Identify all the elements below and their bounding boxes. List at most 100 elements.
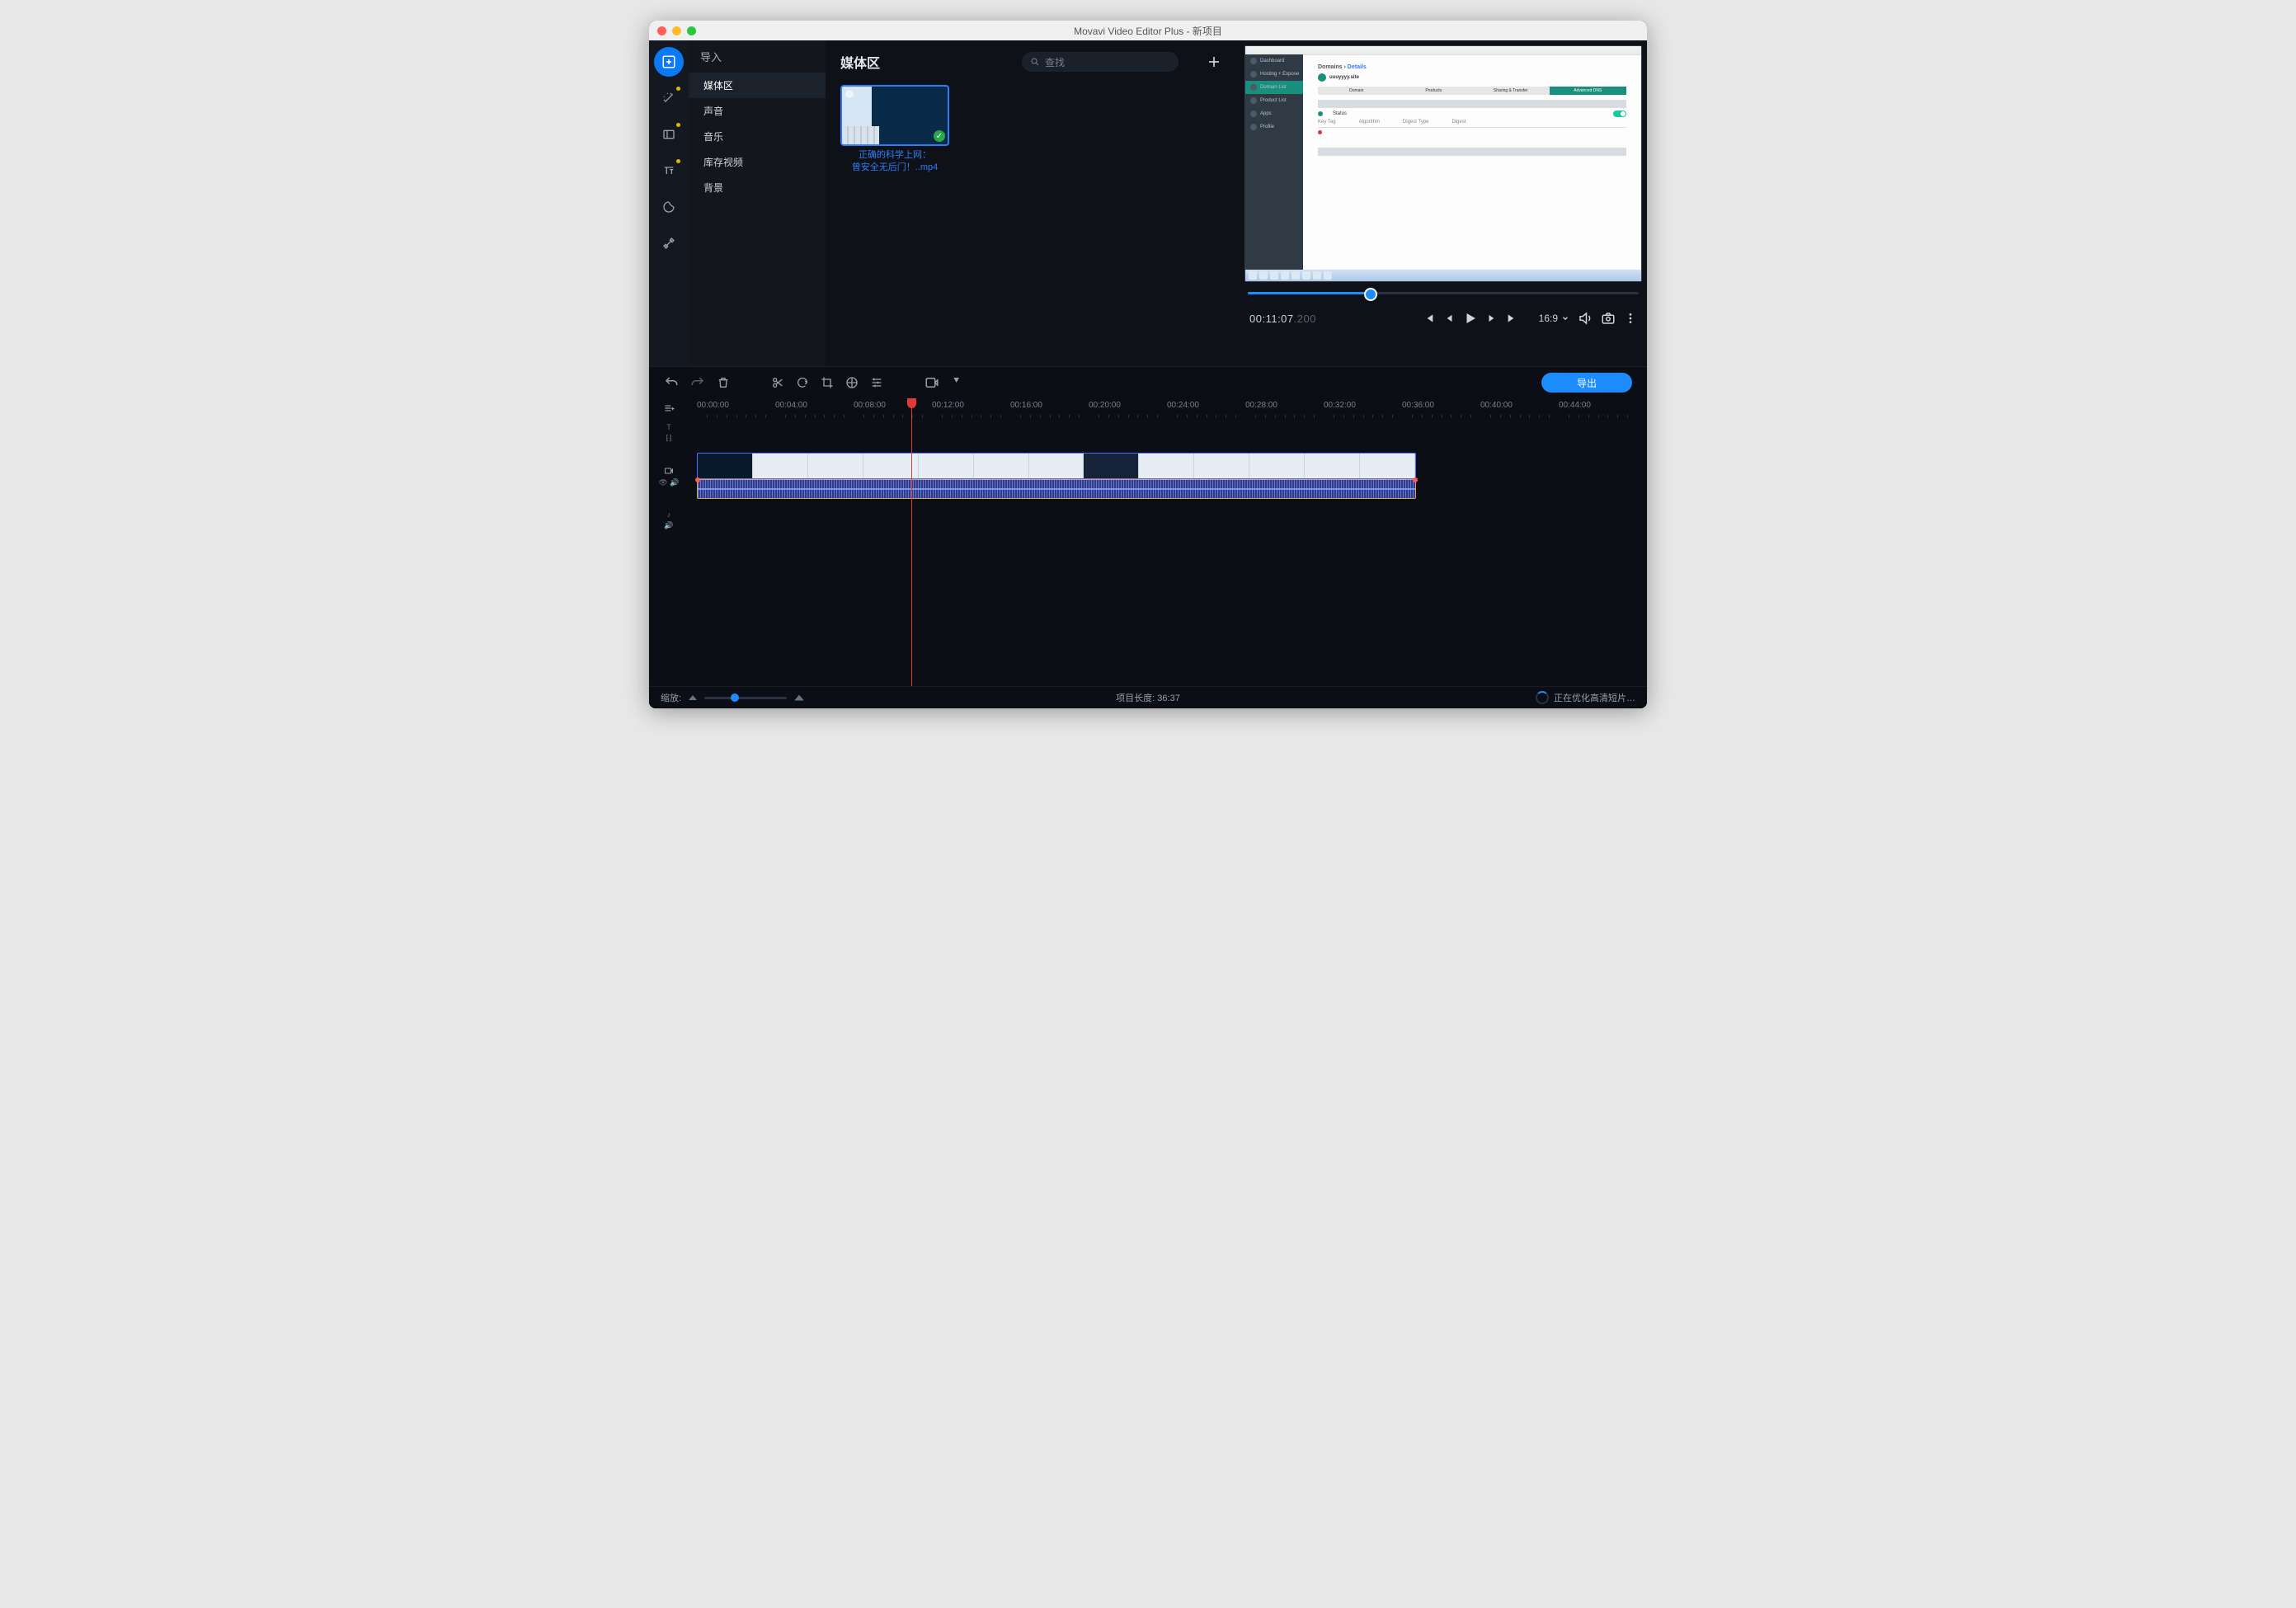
step-back-button[interactable] xyxy=(1443,313,1455,324)
titles-tool-button[interactable] xyxy=(654,156,684,186)
scrub-track[interactable] xyxy=(1248,292,1639,294)
maximize-window-button[interactable] xyxy=(687,26,696,35)
notification-dot xyxy=(676,87,680,91)
export-button[interactable]: 导出 xyxy=(1541,373,1632,393)
preview-scrubber[interactable] xyxy=(1240,282,1647,303)
step-forward-button[interactable] xyxy=(1486,313,1498,324)
media-clip[interactable]: ✓ 正确的科学上网： 曾安全无后门！..mp4 xyxy=(840,85,949,174)
ruler-tick: 00:04:00 xyxy=(775,401,807,410)
add-track-icon xyxy=(663,402,675,414)
music-track[interactable] xyxy=(689,505,1647,535)
snapshot-button[interactable] xyxy=(1601,311,1616,326)
sticker-icon xyxy=(662,200,675,214)
nav-item-backgrounds[interactable]: 背景 xyxy=(689,175,826,200)
ruler-tick: 00:00:00 xyxy=(697,401,729,410)
video-track-header[interactable]: 👁 🔊 xyxy=(658,448,679,505)
zoom-control: 缩放: xyxy=(661,691,805,704)
nav-item-media[interactable]: 媒体区 xyxy=(689,73,826,98)
import-tool-button[interactable] xyxy=(654,47,684,77)
aspect-ratio-selector[interactable]: 16:9 xyxy=(1539,313,1569,324)
text-track-header[interactable]: T⁅⁆ xyxy=(666,418,671,448)
import-nav-header: 导入 xyxy=(689,40,826,73)
scrub-fill xyxy=(1248,292,1369,294)
record-button[interactable] xyxy=(925,375,939,390)
delete-button[interactable] xyxy=(717,376,730,389)
skip-start-button[interactable] xyxy=(1422,312,1435,325)
app-window: Movavi Video Editor Plus - 新项目 xyxy=(649,21,1647,708)
volume-button[interactable] xyxy=(1578,311,1593,326)
split-button[interactable] xyxy=(771,376,784,389)
ruler-tick: 00:12:00 xyxy=(932,401,964,410)
zoom-knob[interactable] xyxy=(731,694,739,702)
media-grid: ✓ 正确的科学上网： 曾安全无后门！..mp4 xyxy=(840,85,1225,174)
project-length: 项目长度: 36:37 xyxy=(1116,691,1180,704)
add-media-button[interactable] xyxy=(1203,51,1225,73)
checkmark-icon: ✓ xyxy=(934,130,945,142)
audio-clip[interactable] xyxy=(697,479,1416,499)
video-track[interactable] xyxy=(689,448,1647,505)
ruler-tick: 00:16:00 xyxy=(1010,401,1042,410)
redo-button[interactable] xyxy=(690,375,705,390)
ruler-tick: 00:08:00 xyxy=(854,401,886,410)
undo-button[interactable] xyxy=(664,375,679,390)
ruler-tick: 00:28:00 xyxy=(1245,401,1277,410)
spinner-icon xyxy=(1536,691,1549,704)
nav-item-music[interactable]: 音乐 xyxy=(689,124,826,149)
text-track[interactable] xyxy=(689,418,1647,448)
titlebar: Movavi Video Editor Plus - 新项目 xyxy=(649,21,1647,40)
preview-browser-main: Domains › Details uuuyyyy.site Domain Pr… xyxy=(1303,54,1641,270)
timeline-track-headers: T⁅⁆ 👁 🔊 ♪🔊 xyxy=(649,398,689,686)
text-icon xyxy=(662,164,675,177)
timeline-toolbar: 导出 xyxy=(649,367,1647,398)
nav-item-stock[interactable]: 库存视频 xyxy=(689,149,826,175)
more-tools-button[interactable] xyxy=(654,228,684,258)
add-track-button[interactable] xyxy=(663,398,675,418)
media-title: 媒体区 xyxy=(840,52,880,72)
audio-track-header[interactable]: ♪🔊 xyxy=(664,505,673,535)
ruler-tick: 00:44:00 xyxy=(1559,401,1591,410)
window-title: Movavi Video Editor Plus - 新项目 xyxy=(649,24,1647,38)
plus-icon xyxy=(1207,54,1221,69)
video-track-icon xyxy=(664,466,674,476)
ruler-tick: 00:32:00 xyxy=(1324,401,1356,410)
scrub-knob[interactable] xyxy=(1364,288,1377,301)
timeline: T⁅⁆ 👁 🔊 ♪🔊 00:00:00 00:04:00 00:08:00 00:12… xyxy=(649,398,1647,686)
chevron-down-icon xyxy=(1561,314,1569,322)
tools-icon xyxy=(662,237,675,250)
filters-tool-button[interactable] xyxy=(654,83,684,113)
zoom-out-icon[interactable] xyxy=(688,694,698,702)
play-button[interactable] xyxy=(1463,311,1478,326)
zoom-in-icon[interactable] xyxy=(793,693,805,703)
notification-dot xyxy=(676,123,680,127)
import-plus-icon xyxy=(661,54,676,69)
preview-menu-button[interactable] xyxy=(1624,312,1637,325)
skip-end-button[interactable] xyxy=(1506,312,1519,325)
close-window-button[interactable] xyxy=(657,26,666,35)
clip-handle-left[interactable] xyxy=(695,477,700,482)
zoom-slider[interactable] xyxy=(704,697,787,699)
preview-timecode: 00:11:07.200 xyxy=(1249,313,1316,325)
crop-button[interactable] xyxy=(821,376,834,389)
playhead[interactable] xyxy=(911,398,912,686)
tool-column xyxy=(649,40,689,366)
ruler-tick: 00:20:00 xyxy=(1089,401,1121,410)
timeline-tracks xyxy=(689,418,1647,535)
video-clip[interactable] xyxy=(697,453,1416,479)
transitions-tool-button[interactable] xyxy=(654,120,684,149)
clip-handle-right[interactable] xyxy=(1413,477,1418,482)
timeline-body[interactable]: 00:00:00 00:04:00 00:08:00 00:12:00 00:16:00… xyxy=(689,398,1647,686)
search-input[interactable]: 查找 xyxy=(1022,52,1179,72)
preview-browser-sidebar: Dashboard Hosting + Expose Domain List P… xyxy=(1245,54,1303,270)
stickers-tool-button[interactable] xyxy=(654,192,684,222)
rotate-button[interactable] xyxy=(796,376,809,389)
search-placeholder: 查找 xyxy=(1045,55,1065,69)
nav-item-sounds[interactable]: 声音 xyxy=(689,98,826,124)
marker-button[interactable] xyxy=(951,376,964,389)
window-controls xyxy=(657,26,696,35)
import-nav: 导入 媒体区 声音 音乐 库存视频 背景 xyxy=(689,40,826,366)
clip-properties-button[interactable] xyxy=(870,376,883,389)
timeline-ruler[interactable]: 00:00:00 00:04:00 00:08:00 00:12:00 00:16:00… xyxy=(689,398,1647,418)
minimize-window-button[interactable] xyxy=(672,26,681,35)
preview-canvas[interactable]: Dashboard Hosting + Expose Domain List P… xyxy=(1244,45,1642,282)
color-adjust-button[interactable] xyxy=(845,376,859,389)
